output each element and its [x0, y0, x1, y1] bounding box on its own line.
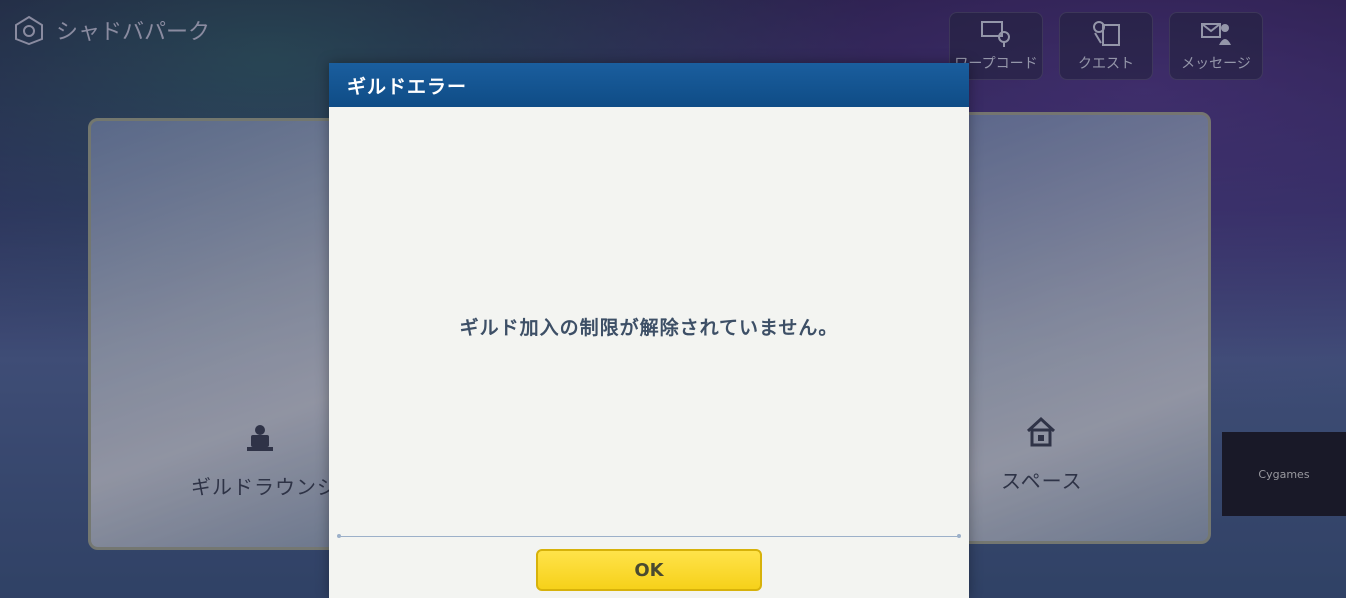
dialog-header: ギルドエラー: [329, 63, 969, 107]
dialog-title: ギルドエラー: [347, 75, 468, 98]
ok-button[interactable]: OK: [536, 549, 762, 591]
divider-dot-left: [337, 534, 341, 538]
ok-button-label: OK: [634, 559, 664, 581]
dialog-divider: [337, 534, 961, 538]
guild-error-dialog: ギルドエラー ギルド加入の制限が解除されていません。 OK: [329, 63, 969, 598]
divider-dot-right: [957, 534, 961, 538]
dialog-message: ギルド加入の制限が解除されていません。: [459, 317, 839, 339]
